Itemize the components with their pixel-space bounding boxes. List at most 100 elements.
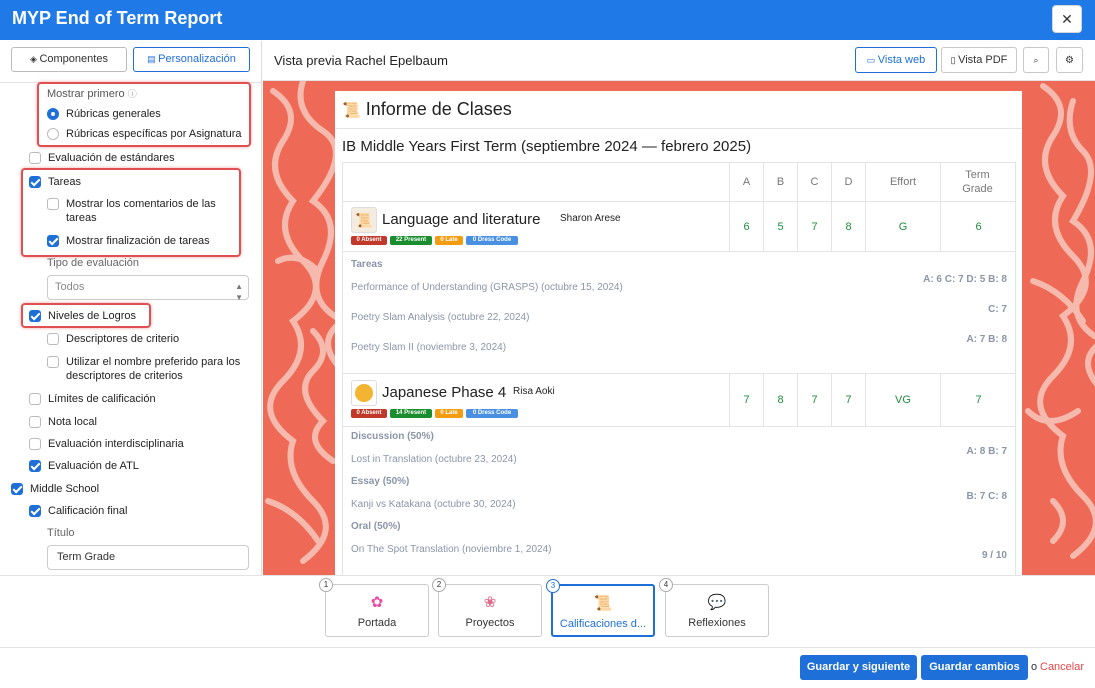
or-text: o (1031, 661, 1038, 673)
radio-subject-rubrics[interactable] (47, 128, 59, 140)
badge-present: 22 Present (390, 236, 432, 245)
step-label: Proyectos (465, 617, 515, 629)
checkbox-achievement-levels[interactable] (29, 310, 41, 322)
teacher-name: Risa Aoki (513, 386, 555, 397)
radio-general-rubrics[interactable] (47, 108, 59, 120)
title-field-label: Título (47, 527, 75, 539)
task-score: B: 7 C: 8 (966, 491, 1007, 502)
layout-icon: ▤ (147, 54, 159, 64)
checkbox-grade-limits[interactable] (29, 393, 41, 405)
checkbox-middle-school[interactable] (11, 483, 23, 495)
brain-icon: ❀ (483, 594, 497, 611)
grade-cell: 5 (777, 221, 784, 233)
step-number: 4 (659, 578, 673, 592)
checkbox-task-comments[interactable] (47, 198, 59, 210)
book-icon: 📜 (342, 102, 361, 119)
task-name: Kanji vs Katakana (octubre 30, 2024) (351, 499, 516, 510)
step-reflexiones[interactable]: 4 💬 Reflexiones (659, 578, 769, 637)
checkbox-standards[interactable] (29, 152, 41, 164)
task-name: Lost in Translation (octubre 23, 2024) (351, 454, 517, 465)
grade-cell: 7 (743, 394, 750, 406)
gear-icon: ⚙ (1065, 55, 1074, 66)
task-group: Essay (50%) (351, 476, 410, 487)
web-view-button[interactable]: ▭ Vista web (855, 47, 937, 73)
badge-dress-code: 0 Dress Code (466, 409, 518, 418)
interdisciplinary-label: Evaluación interdisciplinaria (48, 438, 184, 450)
eval-type-label: Tipo de evaluación (47, 257, 139, 269)
teacher-name: Sharon Arese (560, 213, 621, 224)
step-proyectos[interactable]: 2 ❀ Proyectos (432, 578, 542, 637)
star-icon: ✿ (370, 594, 384, 611)
checkbox-local-grade[interactable] (29, 416, 41, 428)
task-comments-label: Mostrar los comentarios de las tareas (66, 198, 216, 224)
subject-name: Japanese Phase 4 (382, 384, 507, 401)
checkbox-tasks[interactable] (29, 176, 41, 188)
task-name: Performance of Understanding (GRASPS) (o… (351, 282, 623, 293)
col-b: B (776, 176, 785, 188)
tasks-label: Tareas (48, 176, 82, 188)
col-c: C (810, 176, 819, 188)
task-name: Poetry Slam Analysis (octubre 22, 2024) (351, 312, 530, 323)
save-changes-button[interactable]: Guardar cambios (921, 655, 1028, 680)
modal-header: MYP End of Term Report ✕ (0, 0, 1095, 40)
step-number: 1 (319, 578, 333, 592)
task-score: A: 7 B: 8 (966, 334, 1007, 345)
task-group: Discussion (50%) (351, 431, 434, 442)
task-score: 9 / 10 (981, 550, 1007, 561)
task-completion-label: Mostrar finalización de tareas (66, 235, 210, 247)
step-calificaciones[interactable]: 3 📜 Calificaciones d... (546, 579, 655, 637)
eval-type-select[interactable]: Todos ▲ ▼ (47, 275, 249, 302)
step-label: Reflexiones (688, 617, 746, 629)
checkbox-final-grade[interactable] (29, 505, 41, 517)
preview-toolbar: Vista previa Rachel Epelbaum ▭ Vista web… (263, 41, 1095, 81)
local-grade-label: Nota local (48, 416, 97, 428)
badge-absent: 0 Absent (351, 409, 387, 418)
divider (335, 128, 1022, 129)
radio-general-rubrics-label: Rúbricas generales (66, 108, 161, 120)
subject-name: Language and literature (382, 211, 541, 228)
standards-label: Evaluación de estándares (48, 152, 175, 164)
criterion-descriptors-label: Descriptores de criterio (66, 333, 180, 345)
checkbox-atl[interactable] (29, 460, 41, 472)
title-input[interactable]: Term Grade (47, 545, 249, 570)
achievement-levels-label: Niveles de Logros (48, 310, 137, 322)
footer-divider (0, 647, 1095, 648)
book-icon: 📜 (351, 207, 377, 233)
badge-absent: 0 Absent (351, 236, 387, 245)
checkbox-task-completion[interactable] (47, 235, 59, 247)
tasks-section-label: Tareas (351, 259, 383, 270)
grade-cell: 7 (845, 394, 852, 406)
grade-cell: 6 (743, 221, 750, 233)
step-portada[interactable]: 1 ✿ Portada (319, 578, 429, 637)
checkbox-preferred-name[interactable] (47, 356, 59, 368)
settings-tabs: ◈ Componentes ▤ Personalización (0, 41, 261, 83)
grade-cell: 8 (845, 221, 852, 233)
tab-componentes[interactable]: ◈ Componentes (11, 47, 127, 72)
col-a: A (742, 176, 751, 188)
close-button[interactable]: ✕ (1052, 5, 1082, 33)
settings-button[interactable]: ⚙ (1056, 47, 1083, 73)
report-heading: 📜 Informe de Clases (342, 99, 512, 119)
pdf-view-button[interactable]: ▯ Vista PDF (941, 47, 1017, 73)
badge-dress-code: 0 Dress Code (466, 236, 518, 245)
cancel-link[interactable]: Cancelar (1040, 661, 1084, 673)
step-label: Calificaciones d... (559, 618, 647, 630)
col-term-grade: Term Grade (962, 169, 993, 195)
scroll-icon: 📜 (593, 595, 613, 612)
effort-cell: G (898, 221, 908, 233)
term-grade-cell: 7 (975, 394, 982, 406)
checkbox-criterion-descriptors[interactable] (47, 333, 59, 345)
search-doc-button[interactable]: ⌕ (1023, 47, 1049, 73)
speech-bubble-icon: 💬 (707, 594, 727, 611)
preferred-name-label: Utilizar el nombre preferido para los de… (66, 356, 241, 382)
term-grade-cell: 6 (975, 221, 982, 233)
task-name: On The Spot Translation (noviembre 1, 20… (351, 544, 552, 555)
final-grade-label: Calificación final (48, 505, 128, 517)
badge-late: 0 Late (435, 236, 463, 245)
task-name: Poetry Slam II (noviembre 3, 2024) (351, 342, 507, 353)
tab-personalizacion[interactable]: ▤ Personalización (133, 47, 250, 72)
save-and-next-button[interactable]: Guardar y siguiente (800, 655, 917, 680)
badge-present: 14 Present (390, 409, 432, 418)
badge-late: 0 Late (435, 409, 463, 418)
checkbox-interdisciplinary[interactable] (29, 438, 41, 450)
